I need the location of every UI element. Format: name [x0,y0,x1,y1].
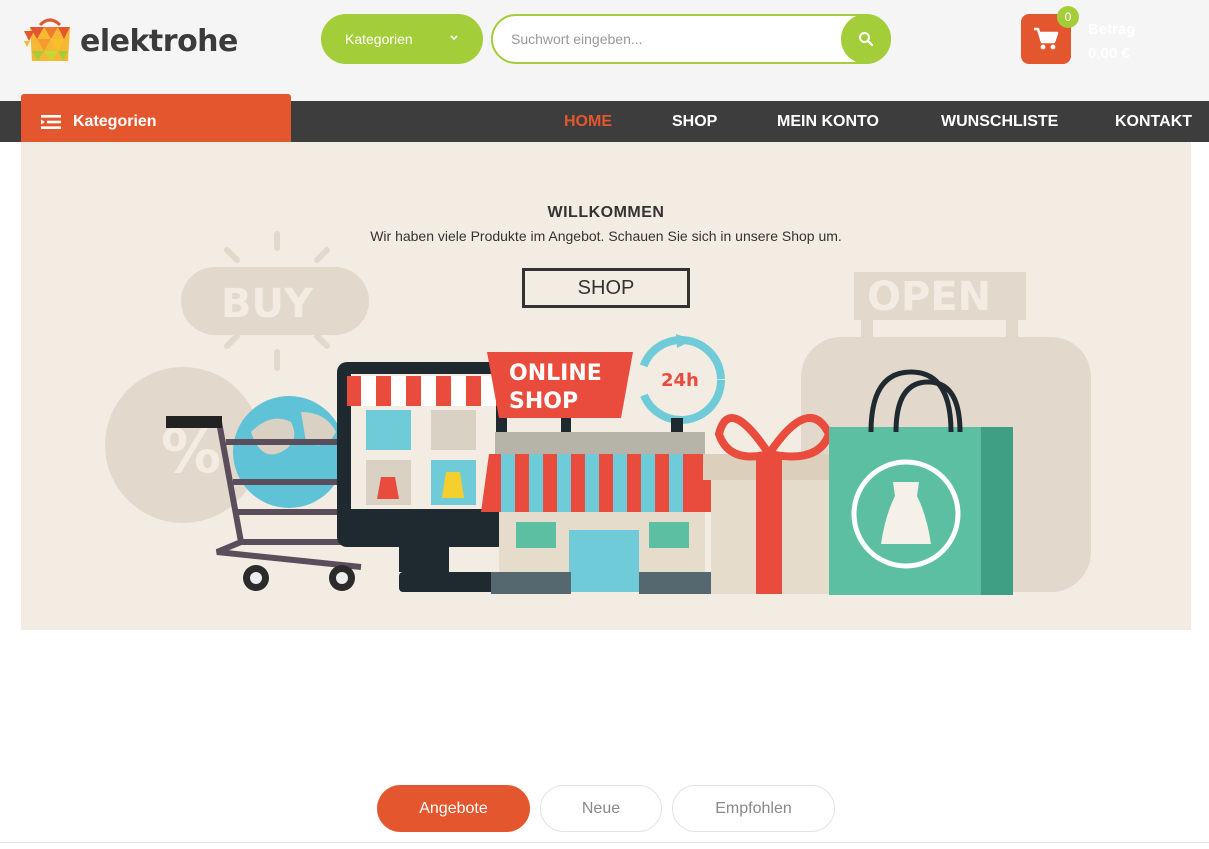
menu-list-icon [41,115,61,129]
search-icon [859,32,874,47]
category-select-label: Kategorien [345,31,413,47]
nav-wishlist[interactable]: WUNSCHLISTE [941,101,1058,142]
online-art-text: ONLINE [509,361,602,386]
buy-art-text: BUY [221,281,314,327]
hours-art-text: 24h [661,370,699,391]
search-input[interactable] [511,28,831,50]
tab-offers[interactable]: Angebote [377,785,530,832]
site-logo[interactable]: elektrohe [22,17,252,65]
cart-icon [1034,27,1059,50]
tab-new[interactable]: Neue [540,785,662,832]
cart-amount-label: Betrag [1088,21,1136,38]
categories-menu-label: Kategorien [73,112,157,130]
nav-shop[interactable]: SHOP [672,101,717,142]
shop-art-text: SHOP [509,389,578,414]
hero-shop-button[interactable]: SHOP [522,268,690,308]
chevron-down-icon [450,35,458,41]
logo-bag-icon [24,18,70,61]
hero-banner: BUY OPEN % ONLINE SHOP 24h WILLKOMMEN Wi… [21,142,1191,630]
logo-text: elektrohe [80,23,238,59]
tab-recommended[interactable]: Empfohlen [672,785,835,832]
hero-subtitle: Wir haben viele Produkte im Angebot. Sch… [370,228,842,244]
search-button[interactable] [841,14,891,64]
cart-summary: Betrag 0,00 € [1088,18,1136,66]
category-select[interactable]: Kategorien [321,14,483,64]
open-art-text: OPEN [867,274,991,320]
nav-my-account[interactable]: MEIN KONTO [777,101,879,142]
section-divider [0,842,1209,843]
search-bar [491,14,891,64]
nav-home[interactable]: HOME [564,101,612,142]
hero-title: WILLKOMMEN [547,204,665,221]
nav-contact[interactable]: KONTAKT [1115,101,1192,142]
cart-amount: 0,00 € [1088,45,1130,62]
cart-count-badge: 0 [1057,6,1079,28]
categories-menu-button[interactable]: Kategorien [21,94,291,149]
